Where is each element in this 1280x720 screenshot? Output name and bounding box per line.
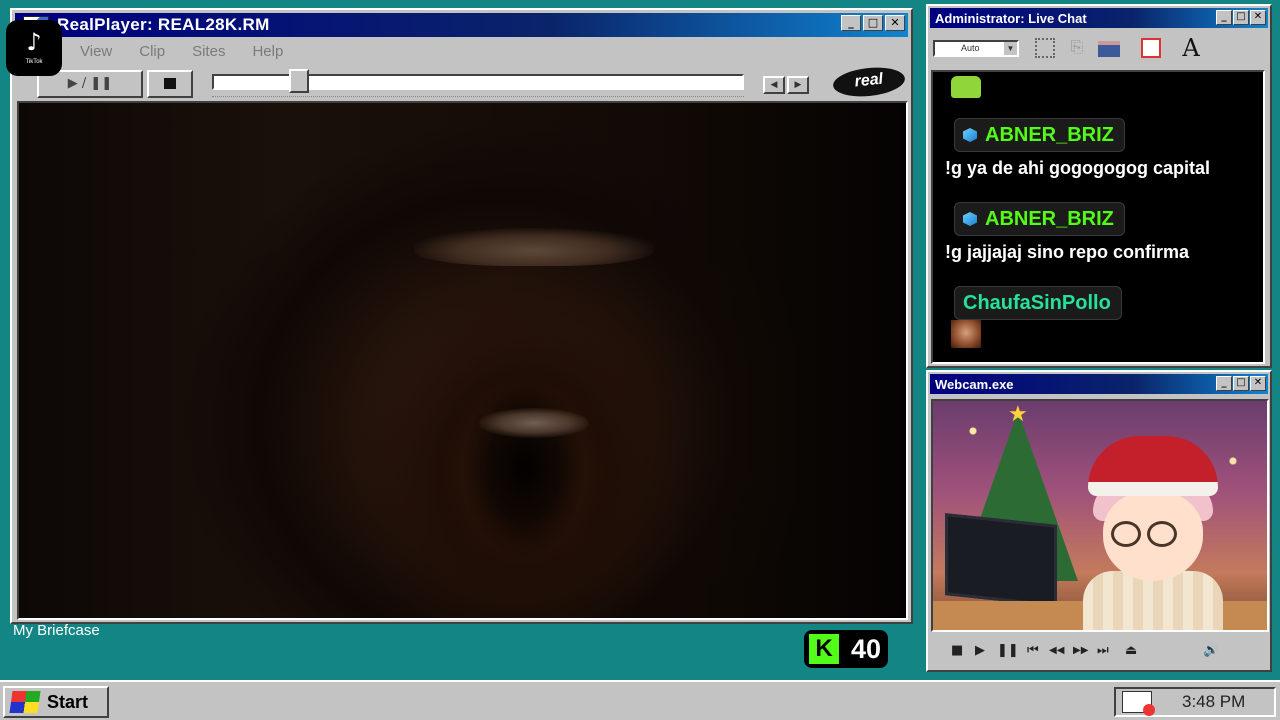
close-button[interactable]: ✕	[1250, 376, 1266, 391]
start-label: Start	[47, 691, 89, 712]
chat-username-badge[interactable]: ChaufaSinPollo	[954, 286, 1122, 320]
menu-sites[interactable]: Sites	[192, 43, 225, 60]
kick-viewer-badge: K 40	[804, 630, 888, 668]
chat-message: !g jajjajaj sino repo confirma	[945, 242, 1190, 262]
next-clip-button[interactable]: ▶	[787, 76, 809, 94]
menu-clip[interactable]: Clip	[139, 43, 165, 60]
minimize-button[interactable]: _	[1216, 10, 1232, 25]
minimize-button[interactable]: _	[841, 15, 861, 31]
viewer-count: 40	[851, 633, 882, 664]
video-frame-detail	[479, 408, 589, 438]
maximize-button[interactable]: □	[863, 15, 883, 31]
chat-titlebar[interactable]: Administrator: Live Chat _ □ ✕	[930, 8, 1268, 28]
taskbar: Start 3:48 PM	[0, 680, 1280, 720]
tiktok-label: TikTok	[25, 59, 43, 65]
realplayer-menubar: View Clip Sites Help	[15, 38, 908, 64]
emote-tool-button[interactable]	[1136, 34, 1166, 64]
webcam-titlebar[interactable]: Webcam.exe _ □ ✕	[930, 374, 1268, 394]
realplayer-controls: ▶ / ❚❚ ◀ ▶ real	[15, 64, 908, 100]
webcam-title: Webcam.exe	[935, 376, 1014, 392]
marquee-icon	[1035, 38, 1055, 58]
tiktok-icon: ♪	[26, 28, 42, 56]
menu-help[interactable]: Help	[252, 43, 283, 60]
maximize-button[interactable]: □	[1233, 10, 1249, 25]
live-chat-window: Administrator: Live Chat _ □ ✕ Auto ▼ ⎘ …	[926, 4, 1272, 368]
emote-icon	[951, 76, 981, 98]
close-button[interactable]: ✕	[885, 15, 905, 31]
maximize-button[interactable]: □	[1233, 376, 1249, 391]
skip-forward-button[interactable]: ⏭	[1097, 643, 1109, 658]
monitor-illustration	[945, 513, 1057, 607]
skip-back-button[interactable]: ⏮	[1027, 643, 1039, 658]
chevron-down-icon[interactable]: ▼	[1004, 42, 1017, 55]
realplayer-titlebar[interactable]: RealPlayer: REAL28K.RM _ □ ✕	[15, 13, 908, 37]
glasses-icon	[1111, 521, 1141, 547]
emote-icon	[951, 320, 981, 348]
cut-tool-button[interactable]: ⎘	[1062, 34, 1092, 64]
stop-button[interactable]: ■	[951, 643, 963, 658]
santa-hat-illustration	[1088, 436, 1218, 496]
scheduler-icon[interactable]	[1122, 691, 1155, 716]
chat-feed[interactable]: ABNER_BRIZ !g ya de ahi gogogogog capita…	[931, 70, 1265, 364]
volume-icon[interactable]: 🔊	[1203, 643, 1219, 658]
close-button[interactable]: ✕	[1250, 10, 1266, 25]
chat-toolbar: Auto ▼ ⎘ A	[930, 30, 1268, 68]
webcam-controls: ■ ▶ ❚❚ ⏮ ◀◀ ▶▶ ⏭ ⏏ 🔊	[931, 635, 1269, 669]
chat-title: Administrator: Live Chat	[935, 10, 1087, 26]
real-logo: real	[831, 64, 907, 100]
stop-button[interactable]	[147, 70, 193, 98]
font-tool-button[interactable]: A	[1176, 34, 1206, 64]
menu-view[interactable]: View	[80, 43, 112, 60]
chat-username: ChaufaSinPollo	[963, 291, 1111, 314]
chat-username: ABNER_BRIZ	[985, 123, 1114, 146]
windows-logo-icon	[9, 691, 41, 713]
webcam-feed: ★	[931, 399, 1269, 632]
subscriber-badge-icon	[963, 212, 977, 226]
paste-tool-button[interactable]	[1094, 34, 1124, 64]
webcam-window: Webcam.exe _ □ ✕ ★ ■ ▶ ❚❚ ⏮ ◀◀ ▶▶ ⏭ ⏏ 🔊	[926, 370, 1272, 672]
chat-username: ABNER_BRIZ	[985, 207, 1114, 230]
glasses-icon	[1147, 521, 1177, 547]
video-frame-detail	[414, 228, 654, 266]
star-icon: ★	[1008, 401, 1028, 426]
play-button[interactable]: ▶	[975, 643, 985, 658]
select-tool-button[interactable]	[1030, 34, 1060, 64]
realplayer-title: RealPlayer: REAL28K.RM	[57, 15, 270, 34]
realplayer-window: RealPlayer: REAL28K.RM _ □ ✕ View Clip S…	[10, 8, 913, 624]
font-size-value: Auto	[961, 43, 980, 53]
rewind-button[interactable]: ◀◀	[1049, 645, 1064, 656]
previous-clip-button[interactable]: ◀	[763, 76, 785, 94]
my-briefcase-label[interactable]: My Briefcase	[13, 622, 100, 639]
seek-ticks	[212, 96, 744, 98]
fast-forward-button[interactable]: ▶▶	[1073, 645, 1088, 656]
start-button[interactable]: Start	[3, 686, 109, 718]
emote-icon	[1141, 38, 1161, 58]
minimize-button[interactable]: _	[1216, 376, 1232, 391]
stop-icon	[164, 78, 176, 90]
kick-logo-icon: K	[809, 634, 839, 664]
clock[interactable]: 3:48 PM	[1182, 692, 1245, 712]
eject-button[interactable]: ⏏	[1125, 643, 1137, 658]
chat-username-badge[interactable]: ABNER_BRIZ	[954, 118, 1125, 152]
video-area[interactable]	[17, 101, 908, 620]
seek-thumb[interactable]	[288, 69, 309, 93]
system-tray: 3:48 PM	[1114, 687, 1276, 717]
tiktok-watermark: ♪ TikTok	[6, 20, 62, 76]
clipboard-icon	[1098, 41, 1120, 57]
subscriber-badge-icon	[963, 128, 977, 142]
chat-username-badge[interactable]: ABNER_BRIZ	[954, 202, 1125, 236]
chat-message: !g ya de ahi gogogogog capital	[945, 158, 1211, 178]
pause-button[interactable]: ❚❚	[997, 643, 1019, 658]
font-size-select[interactable]: Auto ▼	[933, 40, 1019, 57]
